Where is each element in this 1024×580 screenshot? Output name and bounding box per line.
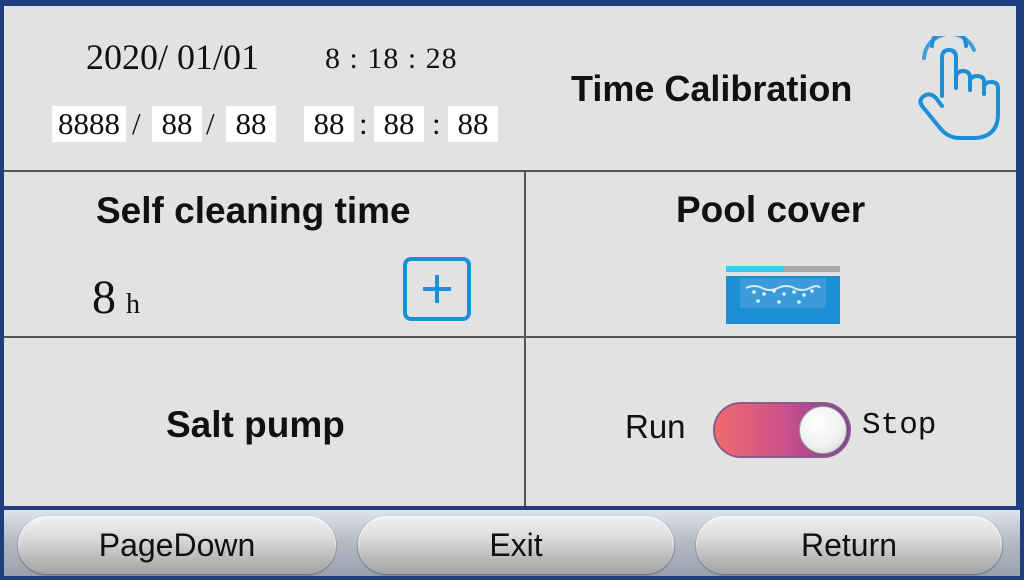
add-time-button[interactable] <box>403 257 471 321</box>
time-calibration-title: Time Calibration <box>571 68 853 109</box>
run-label: Run <box>625 408 686 445</box>
month-field[interactable]: 88 <box>152 106 202 142</box>
divider-top <box>4 170 1016 172</box>
pool-cover-title: Pool cover <box>676 189 866 230</box>
salt-pump-title: Salt pump <box>166 404 345 445</box>
hand-pointer-icon[interactable] <box>914 36 1010 144</box>
second-field[interactable]: 88 <box>448 106 498 142</box>
time-separator: : <box>432 106 441 141</box>
page-down-button[interactable]: PageDown <box>18 516 336 574</box>
current-date: 2020/ 01/01 <box>86 37 260 77</box>
divider-middle <box>4 336 1016 338</box>
plus-icon <box>423 275 451 303</box>
exit-button[interactable]: Exit <box>358 516 674 574</box>
return-button[interactable]: Return <box>696 516 1002 574</box>
hours-number: 8 <box>92 271 116 324</box>
date-separator: / <box>206 106 215 141</box>
year-field[interactable]: 8888 <box>52 106 126 142</box>
self-cleaning-title: Self cleaning time <box>96 190 411 231</box>
date-separator: / <box>132 106 141 141</box>
salt-pump-toggle[interactable] <box>713 402 851 458</box>
stop-label: Stop <box>862 408 937 443</box>
self-cleaning-value: 8h <box>92 270 140 325</box>
current-time: 8 : 18 : 28 <box>325 42 458 75</box>
day-field[interactable]: 88 <box>226 106 276 142</box>
hours-unit: h <box>126 289 140 320</box>
minute-field[interactable]: 88 <box>374 106 424 142</box>
hour-field[interactable]: 88 <box>304 106 354 142</box>
time-separator: : <box>359 106 368 141</box>
pool-icon[interactable] <box>724 266 842 326</box>
toggle-knob <box>799 406 847 454</box>
divider-vertical <box>524 170 526 506</box>
